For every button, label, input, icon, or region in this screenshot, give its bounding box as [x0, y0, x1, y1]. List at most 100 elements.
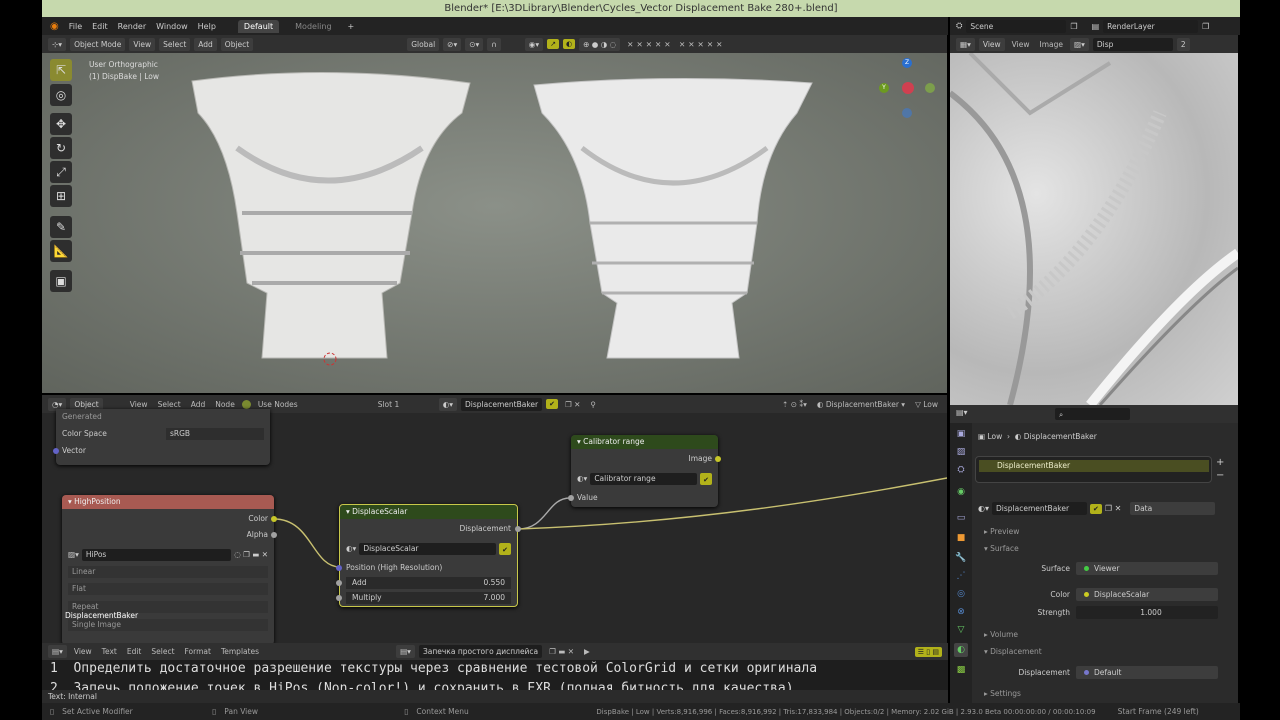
- volume-panel-header[interactable]: ▸ Volume: [984, 630, 1018, 639]
- menu-window[interactable]: Window: [156, 22, 188, 31]
- multiply-field[interactable]: Multiply 7.000: [346, 592, 511, 604]
- use-nodes-checkbox[interactable]: [241, 399, 251, 409]
- menu-select[interactable]: Select: [148, 647, 177, 656]
- surface-panel-header[interactable]: ▾ Surface: [984, 544, 1019, 553]
- fake-user-icon[interactable]: ✔: [499, 543, 511, 555]
- menu-node[interactable]: Node: [212, 400, 238, 409]
- strength-field[interactable]: 1.000: [1076, 606, 1218, 619]
- visibility-icon[interactable]: ◉▾: [524, 37, 544, 51]
- menu-add[interactable]: Add: [188, 400, 209, 409]
- fake-user-icon[interactable]: ✔: [1090, 503, 1102, 514]
- text-browse-icon[interactable]: ▤▾: [396, 645, 415, 658]
- menu-view[interactable]: View: [127, 400, 151, 409]
- displacement-panel-header[interactable]: ▾ Displacement: [984, 647, 1042, 656]
- material-slot-list[interactable]: DisplacementBaker: [975, 456, 1212, 483]
- displacescalar-node[interactable]: ▾ DisplaceScalar Displacement ◐▾ Displac…: [336, 504, 521, 607]
- gizmo-z-neg[interactable]: [902, 108, 912, 118]
- settings-panel-header[interactable]: ▸ Settings: [984, 689, 1021, 698]
- view-layer-field[interactable]: RenderLayer: [1103, 19, 1199, 33]
- image-canvas[interactable]: [950, 53, 1238, 405]
- material-field[interactable]: DisplacementBaker: [461, 397, 543, 411]
- menu-text[interactable]: Text: [99, 647, 120, 656]
- node-title[interactable]: ▾ DisplaceScalar: [340, 505, 517, 519]
- position-input-socket[interactable]: [336, 565, 342, 571]
- render-tab-icon[interactable]: ▣: [954, 427, 968, 441]
- scene-field[interactable]: Scene: [966, 19, 1067, 33]
- image-browse-icon[interactable]: ▨▾: [1069, 37, 1089, 51]
- editor-type-icon[interactable]: ▦▾: [956, 37, 975, 51]
- fake-user-icon[interactable]: ✔: [546, 399, 558, 409]
- node-title[interactable]: ▾ Calibrator range: [571, 435, 718, 449]
- data-tab-icon[interactable]: ▽: [954, 623, 968, 637]
- pin-icon[interactable]: ⚲: [587, 400, 599, 409]
- group-name-field[interactable]: Calibrator range: [590, 473, 698, 485]
- link-dropdown[interactable]: Data: [1130, 502, 1216, 515]
- new-layer-icon[interactable]: ❐: [1202, 22, 1209, 31]
- highposition-node[interactable]: ▾ HighPosition Color Alpha ▨▾ HiPos ◌ ❐ …: [62, 495, 277, 645]
- run-script-icon[interactable]: ▶: [581, 647, 593, 656]
- menu-select[interactable]: Select: [159, 37, 191, 51]
- snap-icon[interactable]: ⊙▾: [465, 37, 484, 51]
- constraints-tab-icon[interactable]: ⊗: [954, 605, 968, 619]
- alpha-output-socket[interactable]: [271, 532, 277, 538]
- menu-select[interactable]: Select: [155, 400, 184, 409]
- color-output-socket[interactable]: [271, 516, 277, 522]
- editor-type-icon[interactable]: ⊹▾: [48, 37, 67, 51]
- fake-user-icon[interactable]: ✔: [700, 473, 712, 485]
- image-name-field[interactable]: HiPos: [81, 549, 232, 561]
- menu-edit[interactable]: Edit: [124, 647, 145, 656]
- slot-add-remove[interactable]: + −: [1216, 456, 1224, 482]
- value-input-socket[interactable]: [568, 495, 574, 501]
- shading-buttons[interactable]: ⊕ ● ◑ ◌: [579, 37, 621, 51]
- image-name-field[interactable]: Disp: [1092, 37, 1173, 51]
- collection-tab-icon[interactable]: ▭: [954, 511, 968, 525]
- gizmo-y-neg[interactable]: [925, 83, 935, 93]
- menu-object[interactable]: Object: [220, 37, 254, 51]
- menu-view[interactable]: View: [1009, 40, 1033, 49]
- text-actions-icons[interactable]: ❐ ▬ ✕: [546, 647, 577, 656]
- world-tab-icon[interactable]: ◉: [954, 485, 968, 499]
- menu-view[interactable]: View: [129, 37, 156, 51]
- gizmo-toggle-icon[interactable]: ↗: [547, 39, 559, 49]
- blender-logo-icon[interactable]: ◉: [50, 21, 59, 32]
- material-tab-icon[interactable]: ◐: [954, 643, 968, 657]
- editor-type-icon[interactable]: ▤▾: [48, 645, 67, 658]
- image-texture-node[interactable]: Generated Color Space sRGB Vector: [53, 409, 270, 465]
- editor-type-icon[interactable]: ▤▾: [956, 408, 968, 417]
- navigation-gizmo[interactable]: Z Y: [877, 58, 937, 118]
- image-browse-icon[interactable]: ▨▾: [68, 549, 79, 561]
- calibrator-range-node[interactable]: ▾ Calibrator range Image ◐▾ Calibrator r…: [568, 435, 721, 507]
- proportional-icon[interactable]: ∩: [487, 37, 501, 51]
- view-mode-dropdown[interactable]: View: [978, 37, 1005, 51]
- mode-dropdown[interactable]: Object Mode: [70, 37, 126, 51]
- snap-icons[interactable]: ⇡ ⊙ ⁑▾: [779, 400, 810, 409]
- menu-edit[interactable]: Edit: [92, 22, 108, 31]
- material-browse-icon[interactable]: ◐▾: [438, 397, 458, 411]
- displacement-output-socket[interactable]: [515, 526, 521, 532]
- add-input-socket[interactable]: [336, 580, 342, 586]
- physics-tab-icon[interactable]: ◎: [954, 587, 968, 601]
- gizmo-y[interactable]: Y: [879, 83, 889, 93]
- overlay-toggle-icon[interactable]: ◐: [562, 39, 576, 49]
- material-browse-icon[interactable]: ◐▾: [978, 504, 989, 513]
- group-name-field[interactable]: DisplaceScalar: [359, 543, 497, 555]
- tab-modeling[interactable]: Modeling: [289, 20, 337, 33]
- multiply-input-socket[interactable]: [336, 595, 342, 601]
- preview-panel-header[interactable]: ▸ Preview: [984, 527, 1019, 536]
- gizmo-x-neg[interactable]: [902, 82, 914, 94]
- menu-render[interactable]: Render: [118, 22, 146, 31]
- particles-tab-icon[interactable]: ⋰: [954, 569, 968, 583]
- gizmo-z[interactable]: Z: [902, 58, 912, 68]
- image-actions-icons[interactable]: ◌ ❐ ▬ ✕: [234, 549, 268, 561]
- menu-templates[interactable]: Templates: [218, 647, 262, 656]
- projection-dropdown[interactable]: Flat: [68, 583, 268, 595]
- node-title[interactable]: ▾ HighPosition: [62, 495, 274, 509]
- surface-field[interactable]: Viewer: [1076, 562, 1218, 575]
- duplicate-material-icon[interactable]: ❐ ✕: [1105, 504, 1121, 513]
- material-name-field[interactable]: DisplacementBaker: [992, 502, 1087, 515]
- add-field[interactable]: Add 0.550: [346, 577, 511, 589]
- material-slot-item[interactable]: DisplacementBaker: [979, 460, 1209, 472]
- add-workspace-button[interactable]: +: [348, 22, 355, 31]
- modifier-tab-icon[interactable]: 🔧: [954, 551, 968, 565]
- object-tab-icon[interactable]: ■: [954, 531, 968, 545]
